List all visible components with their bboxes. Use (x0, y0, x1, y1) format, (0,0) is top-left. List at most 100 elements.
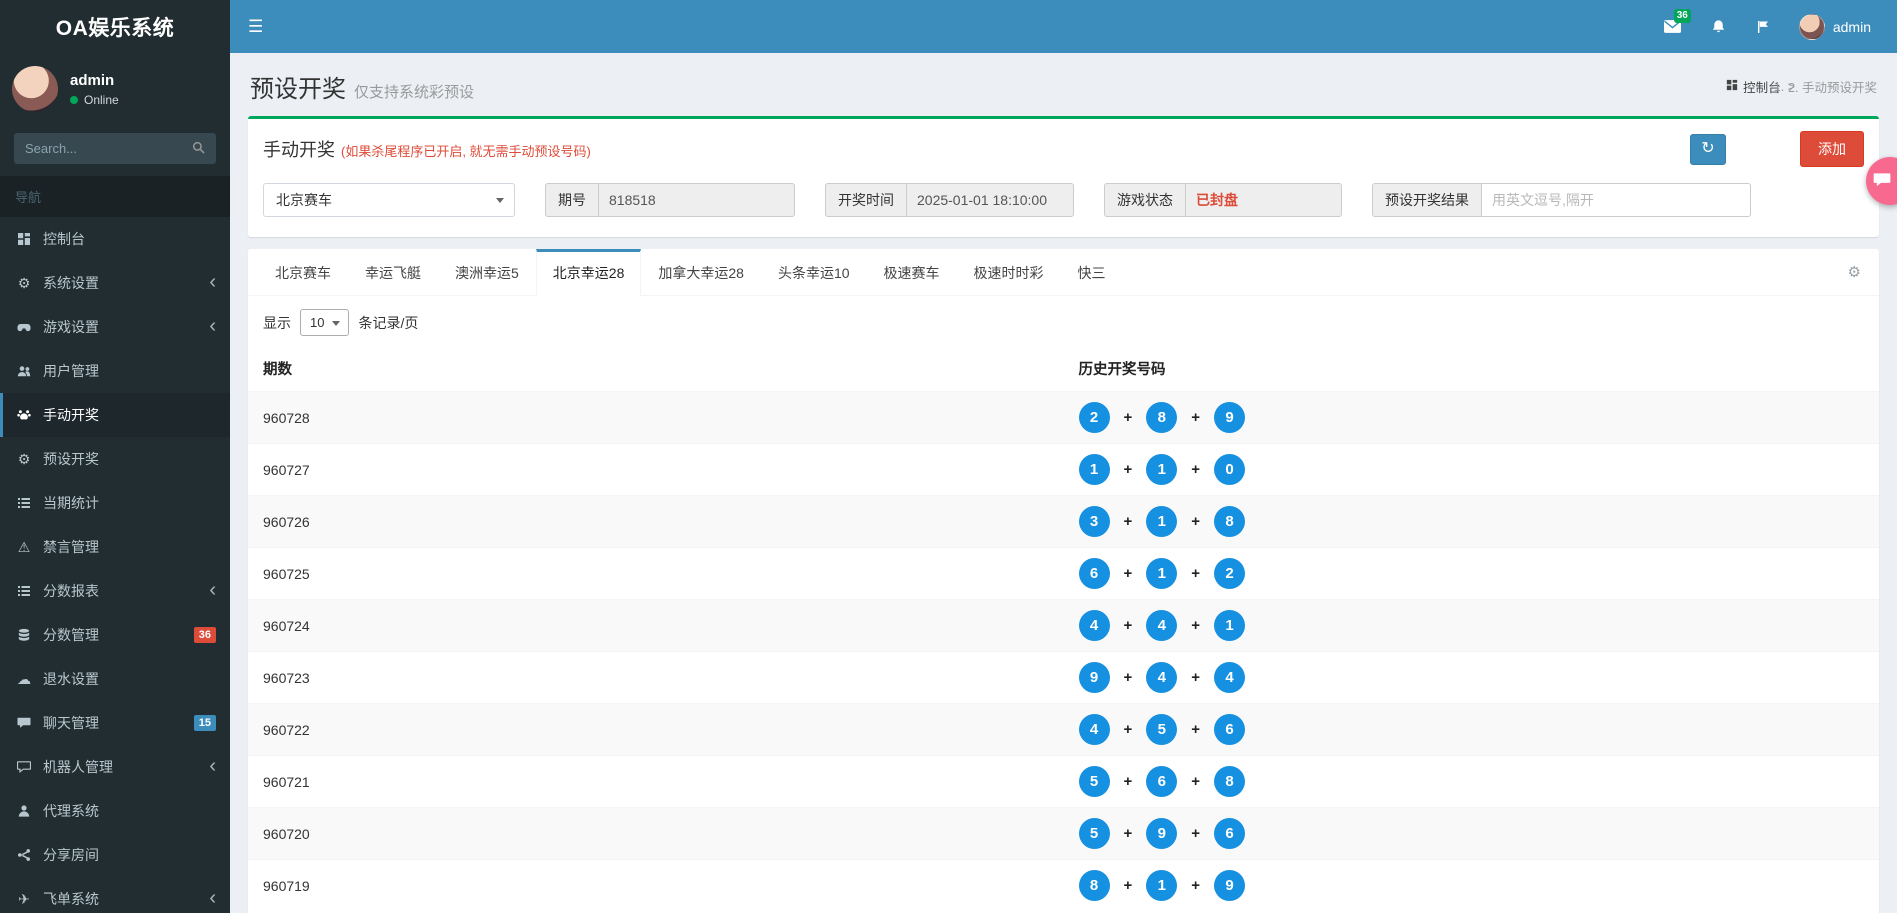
add-button[interactable]: 添加 (1800, 131, 1864, 167)
sidebar-item[interactable]: ⚙ 预设开奖 (0, 437, 230, 481)
sidebar-item[interactable]: ⚠ 禁言管理 (0, 525, 230, 569)
gamepad-icon (15, 320, 33, 334)
tab[interactable]: 澳洲幸运5 (438, 249, 536, 296)
tab[interactable]: 极速赛车 (867, 249, 957, 296)
plus-separator: + (1123, 565, 1133, 582)
game-status-input[interactable] (1185, 183, 1342, 217)
flag-icon (1756, 20, 1770, 34)
sidebar-item[interactable]: 控制台 (0, 217, 230, 261)
plus-separator: + (1191, 409, 1201, 426)
page-size-label-before: 显示 (263, 314, 291, 331)
number-ball: 6 (1214, 818, 1246, 849)
sidebar-item[interactable]: 分数管理 36 (0, 613, 230, 657)
user-name: admin (1832, 18, 1871, 35)
number-ball: 9 (1078, 662, 1110, 693)
sidebar-toggle-button[interactable]: ☰ (230, 0, 281, 53)
sidebar-item[interactable]: ⚙ 系统设置 ‹ (0, 261, 230, 305)
number-ball: 8 (1214, 766, 1246, 797)
number-ball: 5 (1146, 714, 1178, 745)
sidebar-item[interactable]: 聊天管理 15 (0, 701, 230, 745)
tab[interactable]: 北京幸运28 (535, 249, 642, 296)
list-icon (15, 496, 33, 510)
bell-icon (1711, 19, 1726, 34)
tab[interactable]: 北京赛车 (258, 249, 348, 296)
page-size-label-after: 条记录/页 (358, 314, 419, 331)
draw-time-input[interactable] (906, 183, 1074, 217)
sidebar-search-input[interactable] (14, 133, 182, 164)
sidebar: admin Online 导航 控制台 ⚙ 系统设置 ‹ 游戏设置 ‹ (0, 53, 230, 913)
numbers-cell: 4 +5 +6 (1063, 703, 1879, 756)
breadcrumb: 控制台 > 手动预设开奖 (1726, 77, 1877, 96)
page-size-select[interactable]: 10 (300, 309, 350, 336)
plus-separator: + (1191, 877, 1201, 894)
sidebar-item[interactable]: ☁ 退水设置 (0, 657, 230, 701)
page-title: 预设开奖 仅支持系统彩预设 (250, 76, 475, 103)
number-ball: 4 (1146, 610, 1178, 641)
refresh-button[interactable]: ↻ (1690, 133, 1726, 165)
issue-cell: 960728 (248, 391, 1064, 444)
table-row: 960726 3 +1 +8 (248, 495, 1879, 548)
plus-separator: + (1123, 461, 1133, 478)
number-ball: 1 (1146, 558, 1178, 589)
breadcrumb-home[interactable]: 控制台 (1726, 77, 1781, 96)
chevron-left-icon: ‹ (209, 579, 216, 601)
sidebar-item[interactable]: 用户管理 (0, 349, 230, 393)
numbers-cell: 6 +1 +2 (1063, 547, 1879, 600)
preset-result-input[interactable] (1481, 183, 1751, 217)
number-ball: 3 (1078, 506, 1110, 537)
numbers-cell: 4 +4 +1 (1063, 599, 1879, 652)
gears-icon: ⚙ (17, 274, 31, 291)
sidebar-item[interactable]: 手动开奖 (0, 393, 230, 437)
notifications-menu[interactable] (1696, 0, 1741, 53)
top-navbar: OA娱乐系统 ☰ 36 admin (0, 0, 1897, 53)
table-row: 960719 8 +1 +9 (248, 859, 1879, 911)
number-ball: 1 (1146, 870, 1178, 901)
number-ball: 1 (1146, 454, 1178, 485)
sidebar-item[interactable]: 分享房间 (0, 833, 230, 877)
issue-cell: 960721 (248, 755, 1064, 808)
refresh-icon: ↻ (1701, 140, 1715, 157)
sidebar-item[interactable]: 分数报表 ‹ (0, 569, 230, 613)
chevron-left-icon: ‹ (209, 315, 216, 337)
user-menu[interactable]: admin (1785, 0, 1885, 53)
sidebar-item[interactable]: ✈ 飞单系统 ‹ (0, 877, 230, 913)
gear-icon: ⚙ (17, 450, 31, 467)
sidebar-item[interactable]: 游戏设置 ‹ (0, 305, 230, 349)
tab[interactable]: 快三 (1061, 249, 1123, 296)
issue-cell: 960720 (248, 807, 1064, 860)
tab[interactable]: 头条幸运10 (761, 249, 867, 296)
issue-group: 期号 (545, 183, 795, 217)
plus-separator: + (1123, 721, 1133, 738)
page-subtitle: 仅支持系统彩预设 (354, 84, 475, 101)
sidebar-item[interactable]: 代理系统 (0, 789, 230, 833)
tab[interactable]: 幸运飞艇 (348, 249, 438, 296)
number-ball: 8 (1078, 870, 1110, 901)
game-select[interactable]: 北京赛车 (263, 183, 515, 217)
tab[interactable]: 极速时时彩 (957, 249, 1061, 296)
sidebar-search-button[interactable] (182, 133, 216, 164)
menu-badge: 36 (193, 626, 216, 644)
paper-plane-icon: ✈ (18, 890, 30, 907)
sidebar-item[interactable]: 当期统计 (0, 481, 230, 525)
search-icon (192, 141, 205, 157)
content-header: 预设开奖仅支持系统彩预设 控制台 > 手动预设开奖 (230, 53, 1897, 116)
tab[interactable]: 加拿大幸运28 (641, 249, 761, 296)
user-avatar (1798, 13, 1825, 40)
app-logo[interactable]: OA娱乐系统 (0, 0, 230, 53)
issue-cell: 960719 (248, 859, 1064, 911)
plus-separator: + (1191, 825, 1201, 842)
sidebar-user-status[interactable]: Online (70, 93, 119, 107)
report-list-icon (15, 584, 33, 598)
issue-input[interactable] (598, 183, 795, 217)
messages-menu[interactable]: 36 (1649, 0, 1696, 53)
number-ball: 2 (1214, 558, 1246, 589)
number-ball: 9 (1214, 402, 1246, 433)
draw-time-group: 开奖时间 (825, 183, 1074, 217)
tab-settings-gear-icon[interactable]: ⚙ (1840, 263, 1869, 281)
table-row: 960725 6 +1 +2 (248, 547, 1879, 600)
tasks-menu[interactable] (1741, 0, 1785, 53)
chat-icon (15, 716, 33, 730)
sidebar-item[interactable]: 机器人管理 ‹ (0, 745, 230, 789)
hamburger-icon: ☰ (248, 16, 264, 36)
table-row: 960721 5 +6 +8 (248, 755, 1879, 808)
